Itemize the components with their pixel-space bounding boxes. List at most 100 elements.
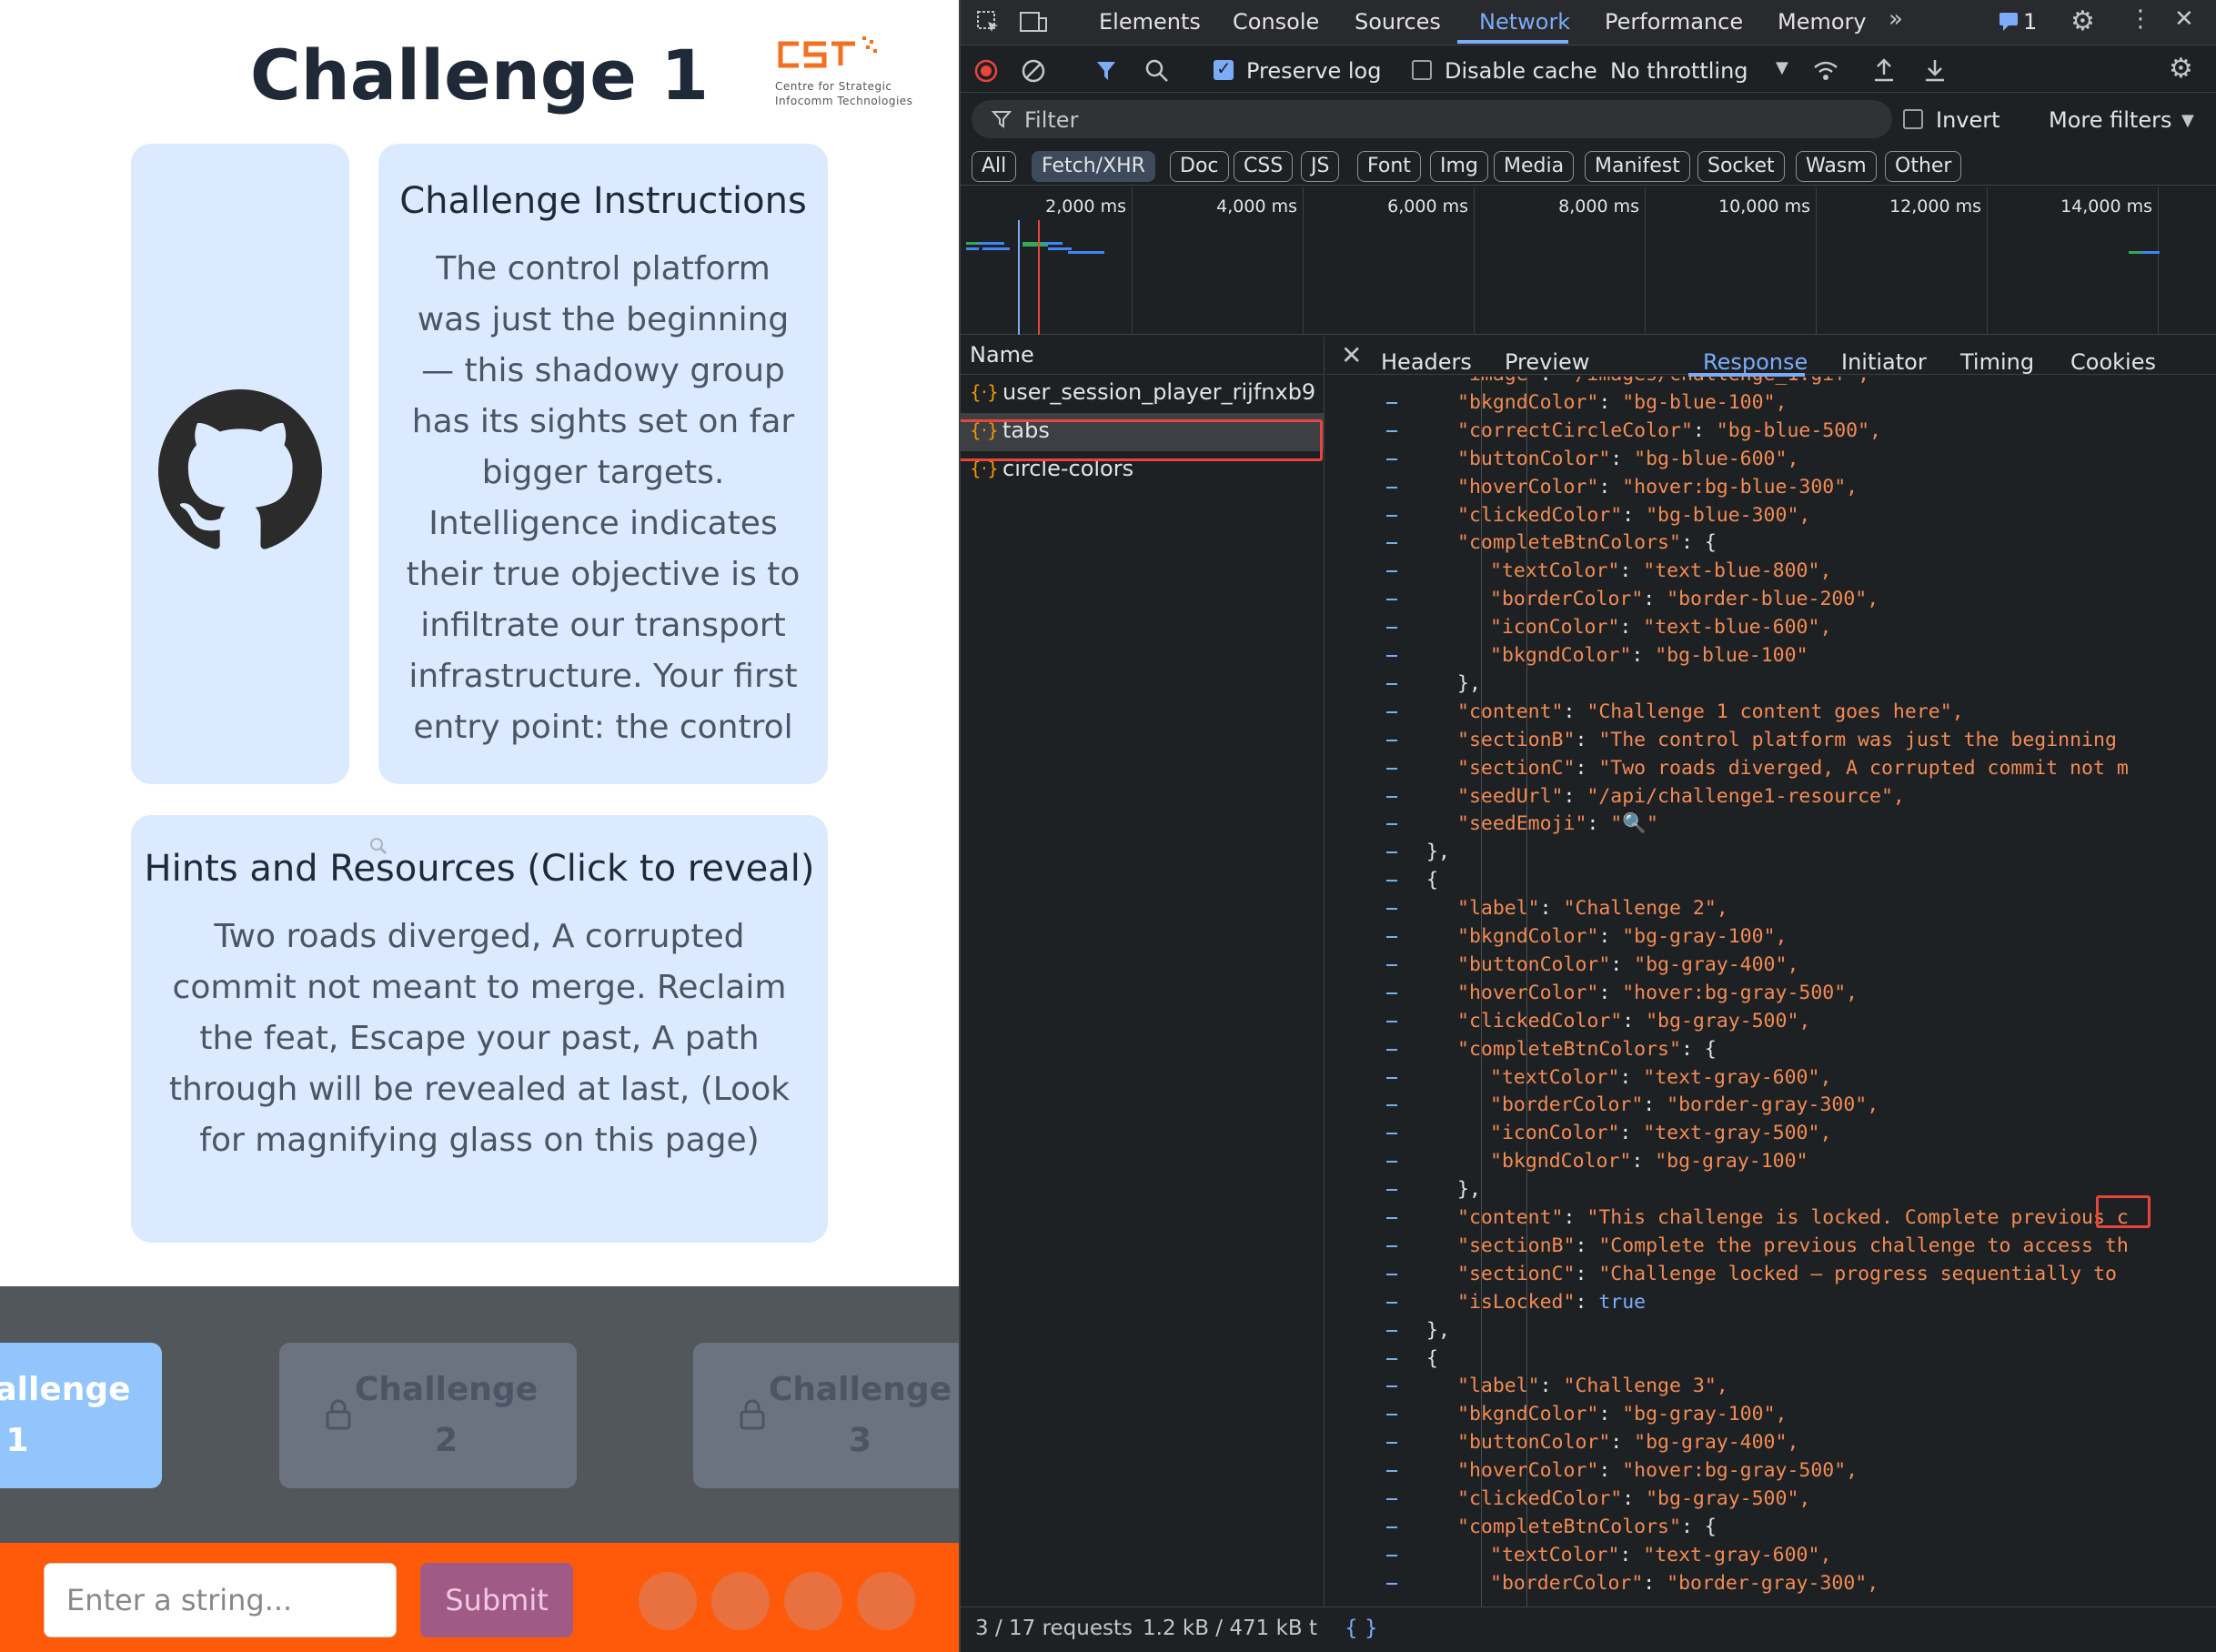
import-har-icon[interactable] [1872, 56, 1896, 84]
logo-line2: Infocomm Technologies [775, 95, 913, 107]
json-key: "sectionC" [1457, 756, 1576, 780]
pretty-print-icon[interactable]: { } [1345, 1617, 1378, 1640]
type-filter-img[interactable]: Img [1430, 151, 1488, 182]
tab-label: Challenge [768, 1371, 952, 1408]
progress-dot [711, 1572, 770, 1630]
preserve-log-checkbox[interactable] [1214, 57, 1234, 80]
json-key: "buttonColor" [1457, 1431, 1611, 1455]
json-value: "bg-blue-600", [1634, 447, 1799, 470]
issues-icon[interactable] [1998, 11, 2021, 33]
submit-button[interactable]: Submit [420, 1563, 573, 1637]
hidden-magnifying-glass-icon[interactable] [368, 835, 389, 857]
search-icon[interactable] [1144, 58, 1170, 84]
json-key: "sectionB" [1457, 728, 1576, 751]
type-filter-font[interactable]: Font [1357, 151, 1421, 182]
filter-input[interactable]: Filter [972, 100, 1892, 138]
json-value: "text-blue-600", [1643, 616, 1832, 640]
tab-response[interactable]: Response [1703, 349, 1808, 375]
code-line: "isLocked": true [1457, 1288, 1646, 1316]
hints-card[interactable]: Hints and Resources (Click to reveal) Tw… [131, 815, 828, 1243]
close-panel-icon[interactable]: ✕ [1341, 340, 1362, 370]
code-line: "sectionC": "Two roads diverged, A corru… [1457, 754, 2129, 782]
close-devtools-icon[interactable]: ✕ [2174, 5, 2194, 33]
name-column-header[interactable]: Name [961, 337, 1324, 375]
json-value: "hover:bg-gray-500", [1622, 1459, 1858, 1483]
type-filter-other[interactable]: Other [1885, 151, 1962, 182]
tab-timing[interactable]: Timing [1960, 349, 2034, 375]
tab-headers[interactable]: Headers [1381, 349, 1472, 375]
json-value: "bg-gray-400", [1634, 1431, 1799, 1455]
json-colon: : [1622, 1009, 1647, 1032]
type-filter-socket[interactable]: Socket [1697, 151, 1785, 182]
clear-icon[interactable] [1021, 58, 1046, 84]
json-colon: : [1598, 1459, 1623, 1483]
throttling-select[interactable]: No throttling [1610, 58, 1748, 84]
json-punct: { [1426, 869, 1438, 892]
network-conditions-icon[interactable] [1812, 58, 1839, 84]
more-filters-button[interactable]: More filters [2049, 107, 2171, 133]
tab-initiator[interactable]: Initiator [1841, 349, 1927, 375]
invert-checkbox[interactable] [1903, 109, 1923, 129]
json-value: "bg-gray-400", [1634, 952, 1799, 976]
hints-heading[interactable]: Hints and Resources (Click to reveal) [131, 848, 828, 890]
record-stop-icon[interactable] [973, 58, 999, 84]
json-value: "/api/challenge1-resource", [1586, 784, 1905, 808]
json-key: "bkgndColor" [1457, 1403, 1599, 1426]
response-json-viewer[interactable]: "image": "/images/challenge_1.gif","bkgn… [1326, 377, 2216, 1607]
export-har-icon[interactable] [1923, 56, 1947, 84]
json-colon: : [1575, 1290, 1599, 1314]
answer-input[interactable] [44, 1563, 397, 1637]
tab-network[interactable]: Network [1479, 9, 1570, 35]
settings-gear-icon[interactable]: ⚙ [2070, 5, 2095, 37]
more-options-icon[interactable]: ⋮ [2129, 5, 2152, 33]
issues-count[interactable]: 1 [2023, 9, 2037, 35]
highlight-box-seed-emoji [2096, 1195, 2151, 1228]
json-key: "seedEmoji" [1457, 812, 1587, 836]
network-settings-icon[interactable]: ⚙ [2169, 53, 2193, 85]
filter-funnel-icon[interactable] [1095, 58, 1121, 84]
type-filter-fetch-xhr[interactable]: Fetch/XHR [1032, 151, 1155, 182]
request-row[interactable]: {·} user_session_player_rijfnxb9 [961, 375, 1324, 413]
type-filter-wasm[interactable]: Wasm [1796, 151, 1877, 182]
code-line: }, [1426, 1316, 1450, 1345]
type-filter-doc[interactable]: Doc [1170, 151, 1229, 182]
preserve-log-label[interactable]: Preserve log [1246, 58, 1381, 84]
type-filter-css[interactable]: CSS [1234, 151, 1294, 182]
tab-challenge-3[interactable]: Challenge 3 [693, 1343, 959, 1488]
tab-preview[interactable]: Preview [1505, 349, 1589, 375]
json-key: "bkgndColor" [1457, 390, 1599, 414]
tab-challenge-1[interactable]: allenge 1 [0, 1343, 162, 1488]
invert-label[interactable]: Invert [1936, 107, 2000, 133]
type-filter-manifest[interactable]: Manifest [1585, 151, 1690, 182]
json-key: "hoverColor" [1457, 1459, 1599, 1483]
tab-challenge-2[interactable]: Challenge 2 [279, 1343, 577, 1488]
type-filter-js[interactable]: JS [1301, 151, 1340, 182]
device-toolbar-icon[interactable] [1019, 9, 1048, 35]
json-colon: : [1619, 1543, 1644, 1566]
code-line: "sectionC": "Challenge locked – progress… [1457, 1260, 2117, 1288]
gutter-marker [1386, 1357, 1397, 1360]
gutter-marker [1386, 486, 1397, 489]
tab-cookies[interactable]: Cookies [2070, 349, 2156, 375]
tab-sources[interactable]: Sources [1355, 9, 1441, 35]
more-tabs-chevron-icon[interactable]: » [1889, 5, 1903, 33]
json-key: "seedUrl" [1457, 784, 1564, 808]
type-filter-media[interactable]: Media [1494, 151, 1575, 182]
tab-elements[interactable]: Elements [1099, 9, 1201, 35]
tab-performance[interactable]: Performance [1605, 9, 1743, 35]
tab-console[interactable]: Console [1233, 9, 1319, 35]
progress-dot [639, 1572, 697, 1630]
more-filters-dropdown-icon[interactable]: ▼ [2181, 111, 2194, 130]
json-colon: : [1575, 756, 1599, 780]
network-timeline-overview[interactable]: 2,000 ms 4,000 ms 6,000 ms 8,000 ms 10,0… [961, 187, 2216, 335]
disable-cache-checkbox[interactable] [1412, 60, 1432, 80]
type-filter-all[interactable]: All [972, 151, 1017, 182]
status-bar: 3 / 17 requests 1.2 kB / 471 kB t { } [961, 1607, 2216, 1652]
tab-memory[interactable]: Memory [1778, 9, 1867, 35]
json-key: "borderColor" [1490, 588, 1644, 611]
json-colon: : [1563, 700, 1587, 723]
inspect-element-icon[interactable] [975, 9, 1001, 35]
disable-cache-label[interactable]: Disable cache [1445, 58, 1597, 84]
code-line: "sectionB": "Complete the previous chall… [1457, 1232, 2129, 1260]
throttling-dropdown-icon[interactable]: ▼ [1776, 58, 1788, 77]
